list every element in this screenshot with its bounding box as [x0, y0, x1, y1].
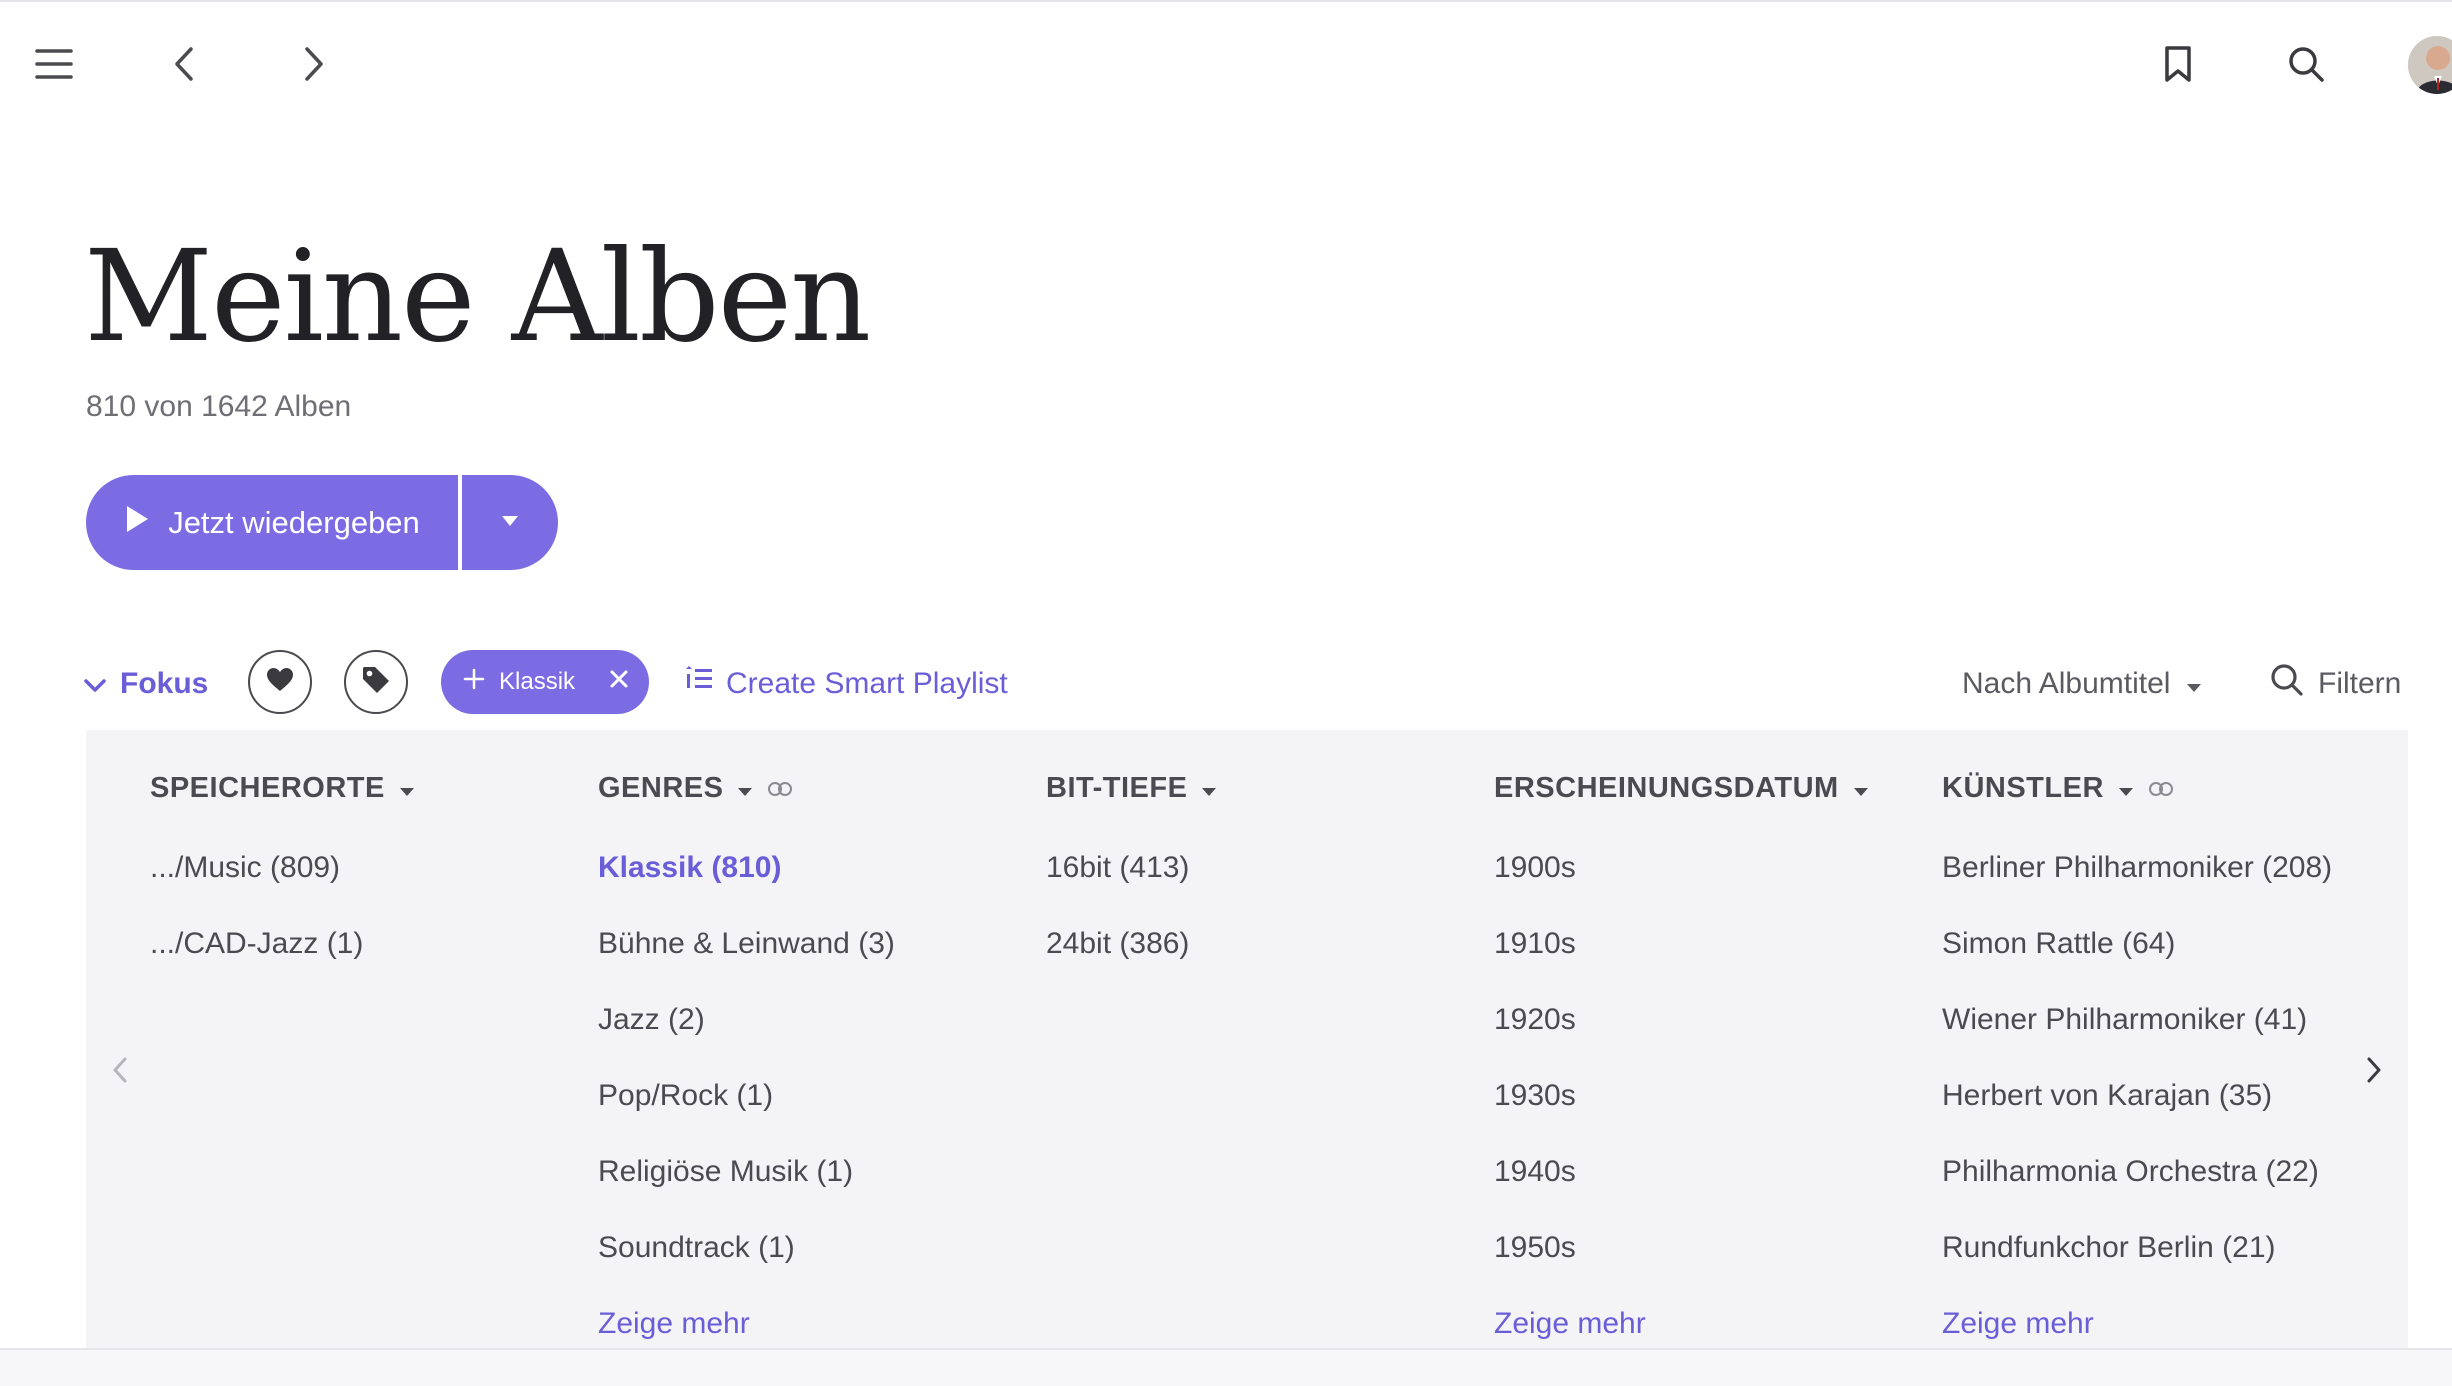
avatar[interactable]: [2408, 36, 2452, 94]
sort-dropdown[interactable]: Nach Albumtitel: [1962, 650, 2202, 718]
list-item[interactable]: .../Music (809): [150, 830, 415, 906]
sort-label: Nach Albumtitel: [1962, 667, 2171, 700]
play-button-group: Jetzt wiedergeben: [86, 475, 558, 570]
play-now-label: Jetzt wiedergeben: [168, 504, 420, 540]
favorites-filter-button[interactable]: [248, 650, 312, 714]
column-artists: KÜNSTLER Berliner Philharmoniker (208) S…: [1942, 760, 2332, 1362]
caret-down-icon: [1201, 772, 1217, 805]
column-header-label: GENRES: [598, 771, 724, 804]
fokus-label: Fokus: [120, 667, 209, 700]
list-item[interactable]: Pop/Rock (1): [598, 1058, 895, 1134]
list-item[interactable]: .../CAD-Jazz (1): [150, 906, 415, 982]
list-item[interactable]: Religiöse Musik (1): [598, 1134, 895, 1210]
column-header-artists[interactable]: KÜNSTLER: [1942, 760, 2332, 816]
list-item[interactable]: 16bit (413): [1046, 830, 1217, 906]
link-icon[interactable]: [2148, 772, 2174, 805]
chevron-left-icon[interactable]: [158, 38, 210, 90]
top-divider: [0, 0, 2452, 2]
chevron-right-icon[interactable]: [288, 38, 340, 90]
album-count: 810 von 1642 Alben: [86, 390, 352, 423]
page-title: Meine Alben: [84, 223, 871, 370]
list-item[interactable]: Jazz (2): [598, 982, 895, 1058]
caret-down-icon: [2118, 772, 2134, 805]
filter-button[interactable]: Filtern: [2270, 650, 2401, 718]
active-filter-chip[interactable]: Klassik: [441, 650, 649, 714]
list-item[interactable]: Soundtrack (1): [598, 1210, 895, 1286]
bottom-bar: [0, 1348, 2452, 1386]
chevron-down-icon: [84, 667, 106, 701]
caret-down-icon: [399, 772, 415, 805]
list-item[interactable]: 24bit (386): [1046, 906, 1217, 982]
close-icon[interactable]: [609, 668, 629, 696]
smart-playlist-icon: [684, 666, 714, 702]
column-storage: SPEICHERORTE .../Music (809) .../CAD-Jaz…: [150, 760, 415, 982]
tag-filter-button[interactable]: [344, 650, 408, 714]
plus-icon: [463, 668, 485, 697]
play-icon: [124, 504, 150, 542]
column-header-genres[interactable]: GENRES: [598, 760, 895, 816]
caret-down-icon: [737, 772, 753, 805]
list-item[interactable]: Herbert von Karajan (35): [1942, 1058, 2332, 1134]
caret-down-icon: [501, 514, 519, 532]
list-item[interactable]: Rundfunkchor Berlin (21): [1942, 1210, 2332, 1286]
bookmark-icon[interactable]: [2152, 38, 2204, 90]
caret-down-icon: [2186, 667, 2202, 701]
list-item[interactable]: 1930s: [1494, 1058, 1869, 1134]
hamburger-icon[interactable]: [28, 38, 80, 90]
play-options-dropdown[interactable]: [462, 475, 558, 570]
list-item[interactable]: Simon Rattle (64): [1942, 906, 2332, 982]
list-item[interactable]: 1910s: [1494, 906, 1869, 982]
list-item[interactable]: 1920s: [1494, 982, 1869, 1058]
list-item[interactable]: Philharmonia Orchestra (22): [1942, 1134, 2332, 1210]
column-header-label: SPEICHERORTE: [150, 771, 385, 804]
heart-icon: [266, 667, 294, 698]
column-header-label: ERSCHEINUNGSDATUM: [1494, 771, 1839, 804]
list-item[interactable]: 1950s: [1494, 1210, 1869, 1286]
create-smart-playlist-link[interactable]: Create Smart Playlist: [684, 650, 1008, 718]
column-header-bitdepth[interactable]: BIT-TIEFE: [1046, 760, 1217, 816]
chip-label: Klassik: [499, 668, 576, 695]
column-header-storage[interactable]: SPEICHERORTE: [150, 760, 415, 816]
chevron-right-icon[interactable]: [2354, 1050, 2394, 1090]
column-release-date: ERSCHEINUNGSDATUM 1900s 1910s 1920s 1930…: [1494, 760, 1869, 1362]
list-item[interactable]: Berliner Philharmoniker (208): [1942, 830, 2332, 906]
list-item[interactable]: Bühne & Leinwand (3): [598, 906, 895, 982]
tag-icon: [361, 665, 391, 700]
filter-label: Filtern: [2318, 667, 2402, 700]
list-item[interactable]: Klassik (810): [598, 830, 895, 906]
column-genres: GENRES Klassik (810) Bühne & Leinwand (3…: [598, 760, 895, 1362]
play-now-button[interactable]: Jetzt wiedergeben: [86, 475, 458, 570]
chevron-left-icon[interactable]: [100, 1050, 140, 1090]
caret-down-icon: [1853, 772, 1869, 805]
search-icon: [2270, 663, 2304, 705]
column-header-label: BIT-TIEFE: [1046, 771, 1188, 804]
list-item[interactable]: 1940s: [1494, 1134, 1869, 1210]
column-bitdepth: BIT-TIEFE 16bit (413) 24bit (386): [1046, 760, 1217, 982]
column-header-release-date[interactable]: ERSCHEINUNGSDATUM: [1494, 760, 1869, 816]
list-item[interactable]: Wiener Philharmoniker (41): [1942, 982, 2332, 1058]
list-item[interactable]: 1900s: [1494, 830, 1869, 906]
search-icon[interactable]: [2280, 38, 2332, 90]
focus-panel: SPEICHERORTE .../Music (809) .../CAD-Jaz…: [86, 730, 2408, 1350]
smart-playlist-label: Create Smart Playlist: [726, 667, 1008, 700]
link-icon[interactable]: [767, 772, 793, 805]
fokus-toggle[interactable]: Fokus: [84, 650, 208, 718]
column-header-label: KÜNSTLER: [1942, 771, 2104, 804]
